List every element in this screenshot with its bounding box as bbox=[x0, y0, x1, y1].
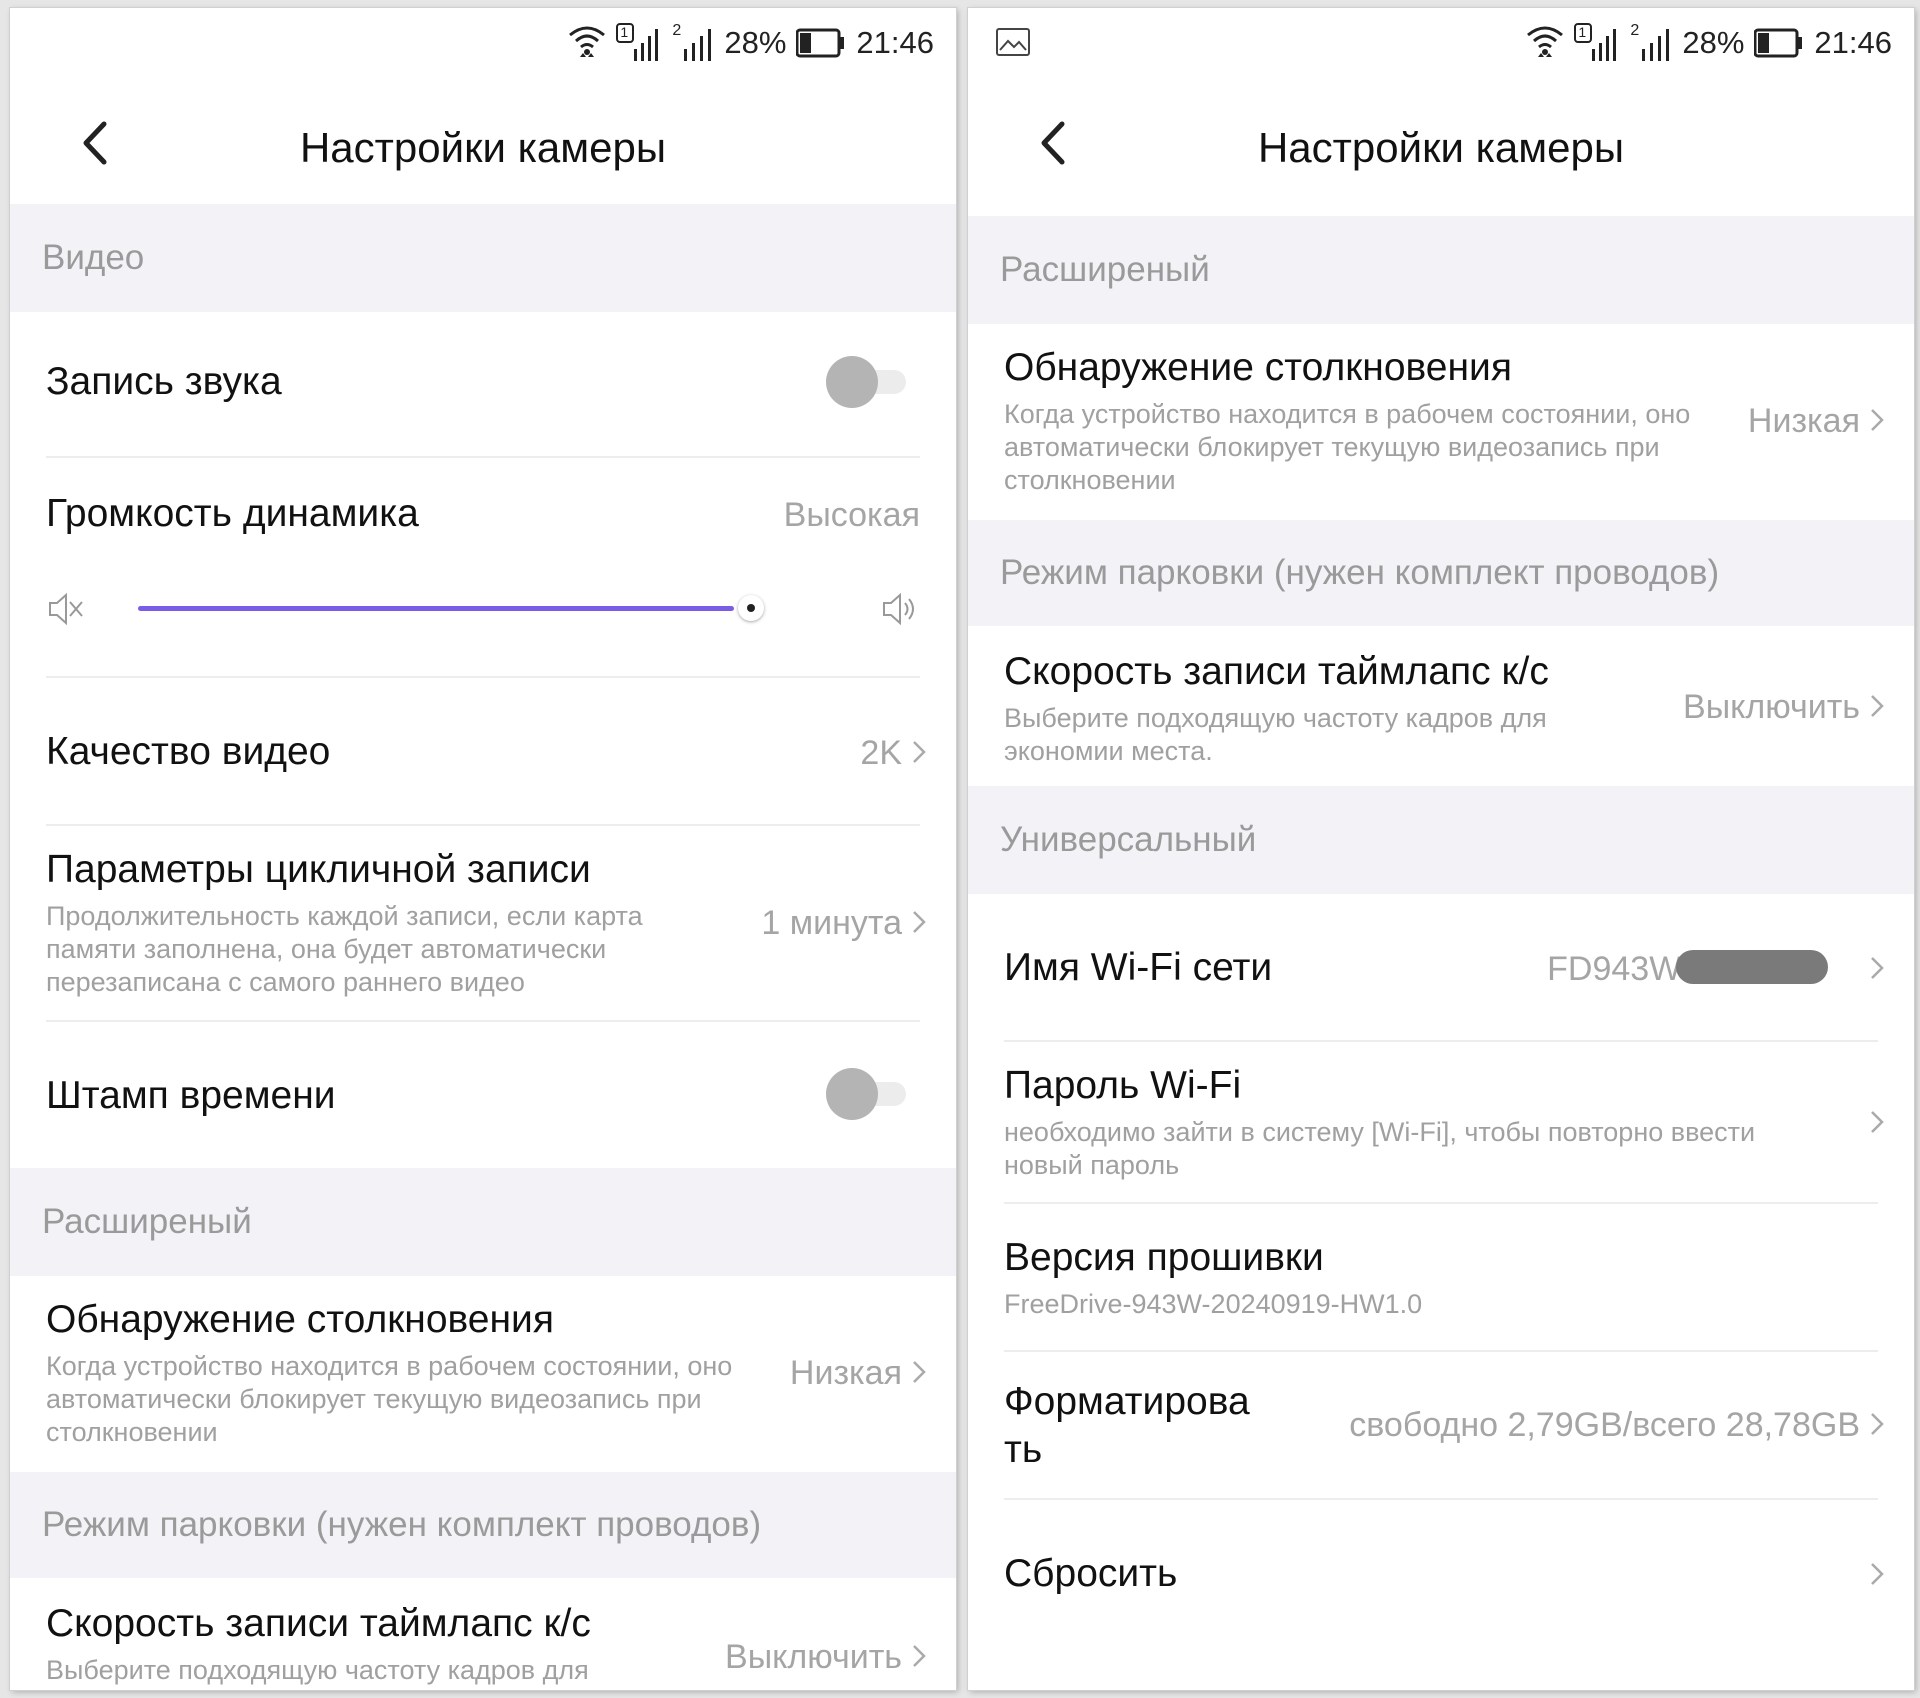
reset-row[interactable]: Сбросить bbox=[968, 1500, 1914, 1648]
firmware-version-label: Версия прошивки bbox=[1004, 1236, 1324, 1279]
chevron-right-icon bbox=[913, 741, 926, 763]
format-label: Форматирова ть bbox=[1004, 1380, 1250, 1471]
collision-detection-label: Обнаружение столкновения bbox=[46, 1298, 554, 1341]
wifi-name-value: FD943W- bbox=[1547, 950, 1692, 988]
wifi-icon bbox=[1527, 26, 1564, 57]
speaker-volume-label: Громкость динамика bbox=[46, 492, 419, 535]
timelapse-desc: Выберите подходящую частоту кадров для э… bbox=[1004, 703, 1547, 766]
firmware-version-value: FreeDrive-943W-20240919-HW1.0 bbox=[1004, 1289, 1423, 1319]
section-video: Видео bbox=[10, 204, 956, 312]
timelapse-desc: Выберите подходящую частоту кадров для bbox=[46, 1655, 589, 1685]
speaker-volume-row: Громкость динамика Высокая bbox=[10, 458, 956, 678]
sim2-signal-icon: 2 bbox=[670, 23, 714, 63]
volume-slider-track[interactable] bbox=[138, 606, 734, 611]
chevron-right-icon bbox=[913, 1645, 926, 1667]
timelapse-value: Выключить bbox=[725, 1638, 902, 1676]
video-quality-label: Качество видео bbox=[46, 730, 331, 773]
reset-label: Сбросить bbox=[1004, 1552, 1178, 1595]
collision-detection-value: Низкая bbox=[789, 1354, 902, 1392]
section-parking: Режим парковки (нужен комплект проводов) bbox=[968, 520, 1914, 626]
collision-detection-label: Обнаружение столкновения bbox=[1004, 346, 1512, 389]
collision-detection-value: Низкая bbox=[1747, 402, 1860, 440]
battery-icon bbox=[1754, 28, 1803, 58]
page-title: Настройки камеры bbox=[1257, 124, 1625, 171]
sim2-label: 2 bbox=[672, 22, 682, 39]
chevron-right-icon bbox=[1871, 957, 1884, 979]
collision-detection-row[interactable]: Обнаружение столкновения Когда устройств… bbox=[968, 324, 1914, 520]
chevron-right-icon bbox=[1871, 1413, 1884, 1435]
timelapse-label: Скорость записи таймлапс к/с bbox=[46, 1602, 591, 1645]
settings-list: Видео Запись звука Громкость динамика Вы… bbox=[10, 204, 956, 1690]
sim2-label: 2 bbox=[1630, 22, 1640, 39]
section-universal: Универсальный bbox=[968, 786, 1914, 894]
speaker-volume-value: Высокая bbox=[783, 496, 920, 534]
sound-recording-toggle[interactable] bbox=[826, 356, 906, 408]
battery-percent: 28% bbox=[724, 25, 787, 60]
firmware-version-row: Версия прошивки FreeDrive-943W-20240919-… bbox=[968, 1204, 1914, 1352]
toggle-knob bbox=[826, 356, 878, 408]
timestamp-toggle[interactable] bbox=[826, 1068, 906, 1120]
loop-recording-row[interactable]: Параметры цикличной записи Продолжительн… bbox=[10, 826, 956, 1022]
chevron-right-icon bbox=[1871, 695, 1884, 717]
left-screen: 1 2 28% 21:46 Настройки камеры Видео Зап… bbox=[10, 8, 956, 1690]
video-quality-value: 2K bbox=[860, 734, 902, 772]
chevron-right-icon bbox=[1871, 1111, 1884, 1133]
format-row[interactable]: Форматирова ть свободно 2,79GB/всего 28,… bbox=[968, 1352, 1914, 1500]
section-advanced: Расширеный bbox=[968, 216, 1914, 324]
header: Настройки камеры bbox=[968, 78, 1914, 204]
sim1-signal-icon: 1 bbox=[616, 23, 660, 63]
sound-recording-row: Запись звука bbox=[10, 312, 956, 458]
right-screen: 1 2 28% 21:46 Настройки камеры Расширены… bbox=[968, 8, 1914, 1690]
timelapse-row[interactable]: Скорость записи таймлапс к/с Выберите по… bbox=[968, 626, 1914, 786]
wifi-password-row[interactable]: Пароль Wi-Fi необходимо зайти в систему … bbox=[968, 1042, 1914, 1204]
page-title: Настройки камеры bbox=[299, 124, 667, 171]
wifi-password-desc: необходимо зайти в систему [Wi-Fi], чтоб… bbox=[1004, 1117, 1756, 1180]
battery-icon bbox=[796, 28, 845, 58]
wifi-name-label: Имя Wi-Fi сети bbox=[1004, 946, 1273, 989]
wifi-icon bbox=[569, 26, 606, 57]
loop-recording-value: 1 минута bbox=[761, 904, 902, 942]
chevron-right-icon bbox=[1871, 409, 1884, 431]
wifi-name-row[interactable]: Имя Wi-Fi сети FD943W- bbox=[968, 894, 1914, 1042]
section-advanced: Расширеный bbox=[10, 1168, 956, 1276]
clock: 21:46 bbox=[856, 25, 934, 60]
loop-recording-desc: Продолжительность каждой записи, если ка… bbox=[46, 901, 643, 997]
chevron-right-icon bbox=[1871, 1563, 1884, 1585]
timestamp-label: Штамп времени bbox=[46, 1074, 336, 1117]
volume-mute-icon bbox=[49, 592, 83, 626]
redacted-wifi-name bbox=[1676, 950, 1828, 984]
collision-detection-desc: Когда устройство находится в рабочем сос… bbox=[1004, 399, 1691, 495]
toggle-knob bbox=[826, 1068, 878, 1120]
video-quality-row[interactable]: Качество видео 2K bbox=[10, 678, 956, 826]
chevron-right-icon bbox=[913, 1361, 926, 1383]
loop-recording-label: Параметры цикличной записи bbox=[46, 848, 591, 891]
wifi-password-label: Пароль Wi-Fi bbox=[1004, 1064, 1242, 1107]
collision-detection-desc: Когда устройство находится в рабочем сос… bbox=[46, 1351, 733, 1447]
status-bar: 1 2 28% 21:46 bbox=[10, 8, 956, 78]
timelapse-value: Выключить bbox=[1683, 688, 1860, 726]
sim2-signal-icon: 2 bbox=[1628, 23, 1672, 63]
image-icon bbox=[996, 28, 1030, 56]
collision-detection-row[interactable]: Обнаружение столкновения Когда устройств… bbox=[10, 1276, 956, 1472]
sim1-label: 1 bbox=[1578, 24, 1587, 40]
section-parking: Режим парковки (нужен комплект проводов) bbox=[10, 1472, 956, 1578]
header: Настройки камеры bbox=[10, 78, 956, 204]
timelapse-label: Скорость записи таймлапс к/с bbox=[1004, 650, 1549, 693]
battery-percent: 28% bbox=[1682, 25, 1745, 60]
volume-slider-row bbox=[46, 583, 920, 633]
format-value: свободно 2,79GB/всего 28,78GB bbox=[1349, 1406, 1860, 1444]
sim1-signal-icon: 1 bbox=[1574, 23, 1618, 63]
timestamp-row: Штамп времени bbox=[10, 1022, 956, 1168]
sound-recording-label: Запись звука bbox=[46, 360, 282, 403]
timelapse-row[interactable]: Скорость записи таймлапс к/с Выберите по… bbox=[10, 1578, 956, 1690]
volume-up-icon bbox=[883, 592, 914, 626]
clock: 21:46 bbox=[1814, 25, 1892, 60]
volume-slider-thumb[interactable] bbox=[738, 595, 764, 621]
chevron-right-icon bbox=[913, 911, 926, 933]
sim1-label: 1 bbox=[620, 24, 629, 40]
status-bar: 1 2 28% 21:46 bbox=[968, 8, 1914, 78]
settings-list: Расширеный Обнаружение столкновения Когд… bbox=[968, 216, 1914, 1648]
